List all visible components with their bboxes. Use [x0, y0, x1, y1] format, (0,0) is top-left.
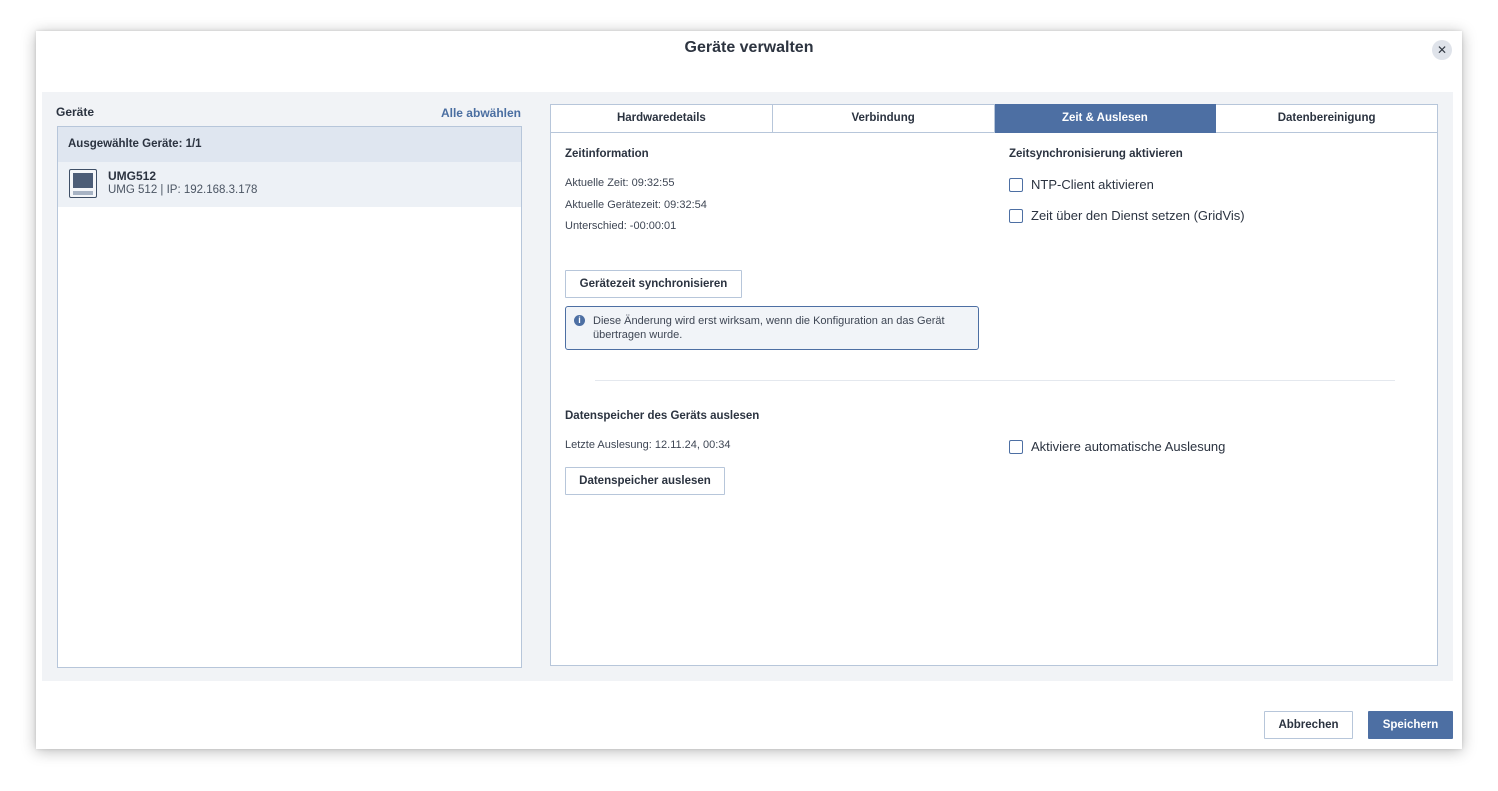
time-difference: Unterschied: -00:00:01	[565, 220, 677, 232]
device-list: Ausgewählte Geräte: 1/1 UMG512 UMG 512 |…	[57, 126, 522, 668]
auto-readout-checkbox[interactable]: Aktiviere automatische Auslesung	[1009, 439, 1309, 458]
dialog-title: Geräte verwalten	[684, 39, 814, 56]
tab-panel-zeit-auslesen: Zeitinformation Aktuelle Zeit: 09:32:55 …	[550, 133, 1438, 666]
gridvis-time-checkbox[interactable]: Zeit über den Dienst setzen (GridVis)	[1009, 208, 1309, 227]
current-time: Aktuelle Zeit: 09:32:55	[565, 177, 675, 189]
tab-bar: Hardwaredetails Verbindung Zeit & Ausles…	[550, 104, 1438, 133]
close-icon[interactable]: ✕	[1432, 40, 1452, 60]
checkbox-label: Zeit über den Dienst setzen (GridVis)	[1031, 208, 1245, 223]
section-divider	[595, 380, 1395, 381]
ntp-client-checkbox[interactable]: NTP-Client aktivieren	[1009, 177, 1309, 196]
checkbox[interactable]	[1009, 178, 1023, 192]
device-time: Aktuelle Gerätezeit: 09:32:54	[565, 199, 707, 211]
time-info-title: Zeitinformation	[565, 148, 649, 160]
device-meter-icon	[69, 169, 97, 198]
checkbox-label: Aktiviere automatische Auslesung	[1031, 439, 1226, 454]
sync-device-time-button[interactable]: Gerätezeit synchronisieren	[565, 270, 742, 298]
deselect-all-link[interactable]: Alle abwählen	[441, 106, 521, 120]
device-info: UMG 512 | IP: 192.168.3.178	[108, 184, 258, 196]
device-name: UMG512	[108, 169, 157, 183]
selected-devices-header: Ausgewählte Geräte: 1/1	[58, 127, 521, 162]
dialog-content: Geräte Alle abwählen Ausgewählte Geräte:…	[42, 92, 1453, 681]
tab-zeit-auslesen[interactable]: Zeit & Auslesen	[994, 104, 1217, 133]
devices-header: Geräte Alle abwählen	[56, 105, 521, 123]
datastore-title: Datenspeicher des Geräts auslesen	[565, 410, 760, 422]
checkbox[interactable]	[1009, 209, 1023, 223]
last-readout: Letzte Auslesung: 12.11.24, 00:34	[565, 439, 731, 451]
tab-datenbereinigung[interactable]: Datenbereinigung	[1216, 104, 1438, 133]
checkbox[interactable]	[1009, 440, 1023, 454]
save-button[interactable]: Speichern	[1368, 711, 1453, 739]
notice-text: Diese Änderung wird erst wirksam, wenn d…	[593, 315, 945, 341]
device-list-item[interactable]: UMG512 UMG 512 | IP: 192.168.3.178	[58, 162, 521, 207]
checkbox-label: NTP-Client aktivieren	[1031, 177, 1154, 192]
tab-hardwaredetails[interactable]: Hardwaredetails	[550, 104, 773, 133]
info-icon: i	[574, 315, 585, 326]
time-sync-title: Zeitsynchronisierung aktivieren	[1009, 148, 1183, 160]
manage-devices-dialog: Geräte verwalten ✕ Geräte Alle abwählen …	[36, 31, 1462, 749]
devices-title: Geräte	[56, 105, 95, 119]
info-notice: i Diese Änderung wird erst wirksam, wenn…	[565, 306, 979, 350]
cancel-button[interactable]: Abbrechen	[1264, 711, 1353, 739]
tab-verbindung[interactable]: Verbindung	[772, 104, 995, 133]
read-datastore-button[interactable]: Datenspeicher auslesen	[565, 467, 725, 495]
